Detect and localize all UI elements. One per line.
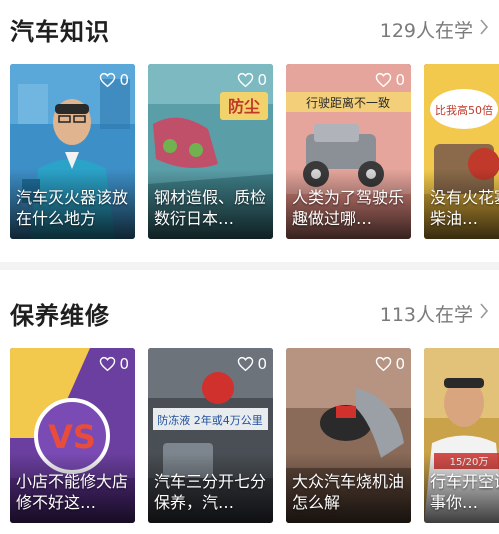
chevron-right-icon: [480, 303, 489, 319]
like-counter: 0: [375, 355, 405, 373]
svg-text:防尘: 防尘: [228, 97, 260, 116]
video-card[interactable]: 防尘 0 钢材造假、质检数衍日本…: [148, 64, 273, 239]
heart-icon: [376, 72, 392, 88]
video-card-row: VS 0 小店不能修大店修不好这… 防冻液 2年或4万公里 0 汽车三分开七分保…: [0, 348, 499, 523]
video-card[interactable]: 比我高50倍 0 没有火花塞火的柴油…: [424, 64, 499, 239]
like-count: 0: [119, 355, 129, 373]
video-title: 小店不能修大店修不好这…: [16, 472, 129, 512]
like-counter: 0: [237, 71, 267, 89]
heart-icon: [376, 356, 392, 372]
video-card[interactable]: 行驶距离不一致 0 人类为了驾驶乐趣做过哪…: [286, 64, 411, 239]
video-card[interactable]: 防冻液 2年或4万公里 0 汽车三分开七分保养，汽…: [148, 348, 273, 523]
like-counter: 0: [99, 71, 129, 89]
like-counter: 0: [237, 355, 267, 373]
learners-count: 113人在学: [379, 304, 473, 326]
like-count: 0: [257, 71, 267, 89]
section-divider: [0, 262, 499, 270]
like-counter: 0: [99, 355, 129, 373]
video-card[interactable]: 0 汽车灭火器该放在什么地方: [10, 64, 135, 239]
section-title: 汽车知识: [10, 18, 110, 46]
chevron-right-icon: [480, 19, 489, 35]
section-header[interactable]: 保养维修 113人在学: [0, 290, 499, 330]
like-count: 0: [395, 71, 405, 89]
video-card[interactable]: VS 0 小店不能修大店修不好这…: [10, 348, 135, 523]
heart-icon: [100, 356, 116, 372]
video-card[interactable]: 15/20万 行车开空调7件事你…: [424, 348, 499, 523]
like-count: 0: [257, 355, 267, 373]
heart-icon: [238, 72, 254, 88]
video-title: 大众汽车烧机油怎么解: [292, 472, 405, 512]
svg-text:行驶距离不一致: 行驶距离不一致: [306, 95, 390, 110]
video-title: 汽车三分开七分保养，汽…: [154, 472, 267, 512]
like-counter: 0: [375, 71, 405, 89]
video-title: 汽车灭火器该放在什么地方: [16, 188, 129, 228]
section-title: 保养维修: [10, 302, 110, 330]
svg-text:防冻液 2年或4万公里: 防冻液 2年或4万公里: [157, 413, 263, 427]
video-card-row: 0 汽车灭火器该放在什么地方 防尘 0 钢材造假、质检数衍日本… 行驶距离不一致…: [0, 64, 499, 239]
like-count: 0: [395, 355, 405, 373]
svg-text:VS: VS: [48, 418, 96, 456]
svg-text:比我高50倍: 比我高50倍: [435, 103, 493, 117]
heart-icon: [100, 72, 116, 88]
like-count: 0: [119, 71, 129, 89]
video-title: 人类为了驾驶乐趣做过哪…: [292, 188, 405, 228]
video-title: 行车开空调7件事你…: [430, 472, 499, 512]
section-header[interactable]: 汽车知识 129人在学: [0, 6, 499, 46]
video-card[interactable]: 0 大众汽车烧机油怎么解: [286, 348, 411, 523]
learners-count: 129人在学: [379, 20, 473, 42]
video-title: 钢材造假、质检数衍日本…: [154, 188, 267, 228]
video-title: 没有火花塞火的柴油…: [430, 188, 499, 228]
heart-icon: [238, 356, 254, 372]
